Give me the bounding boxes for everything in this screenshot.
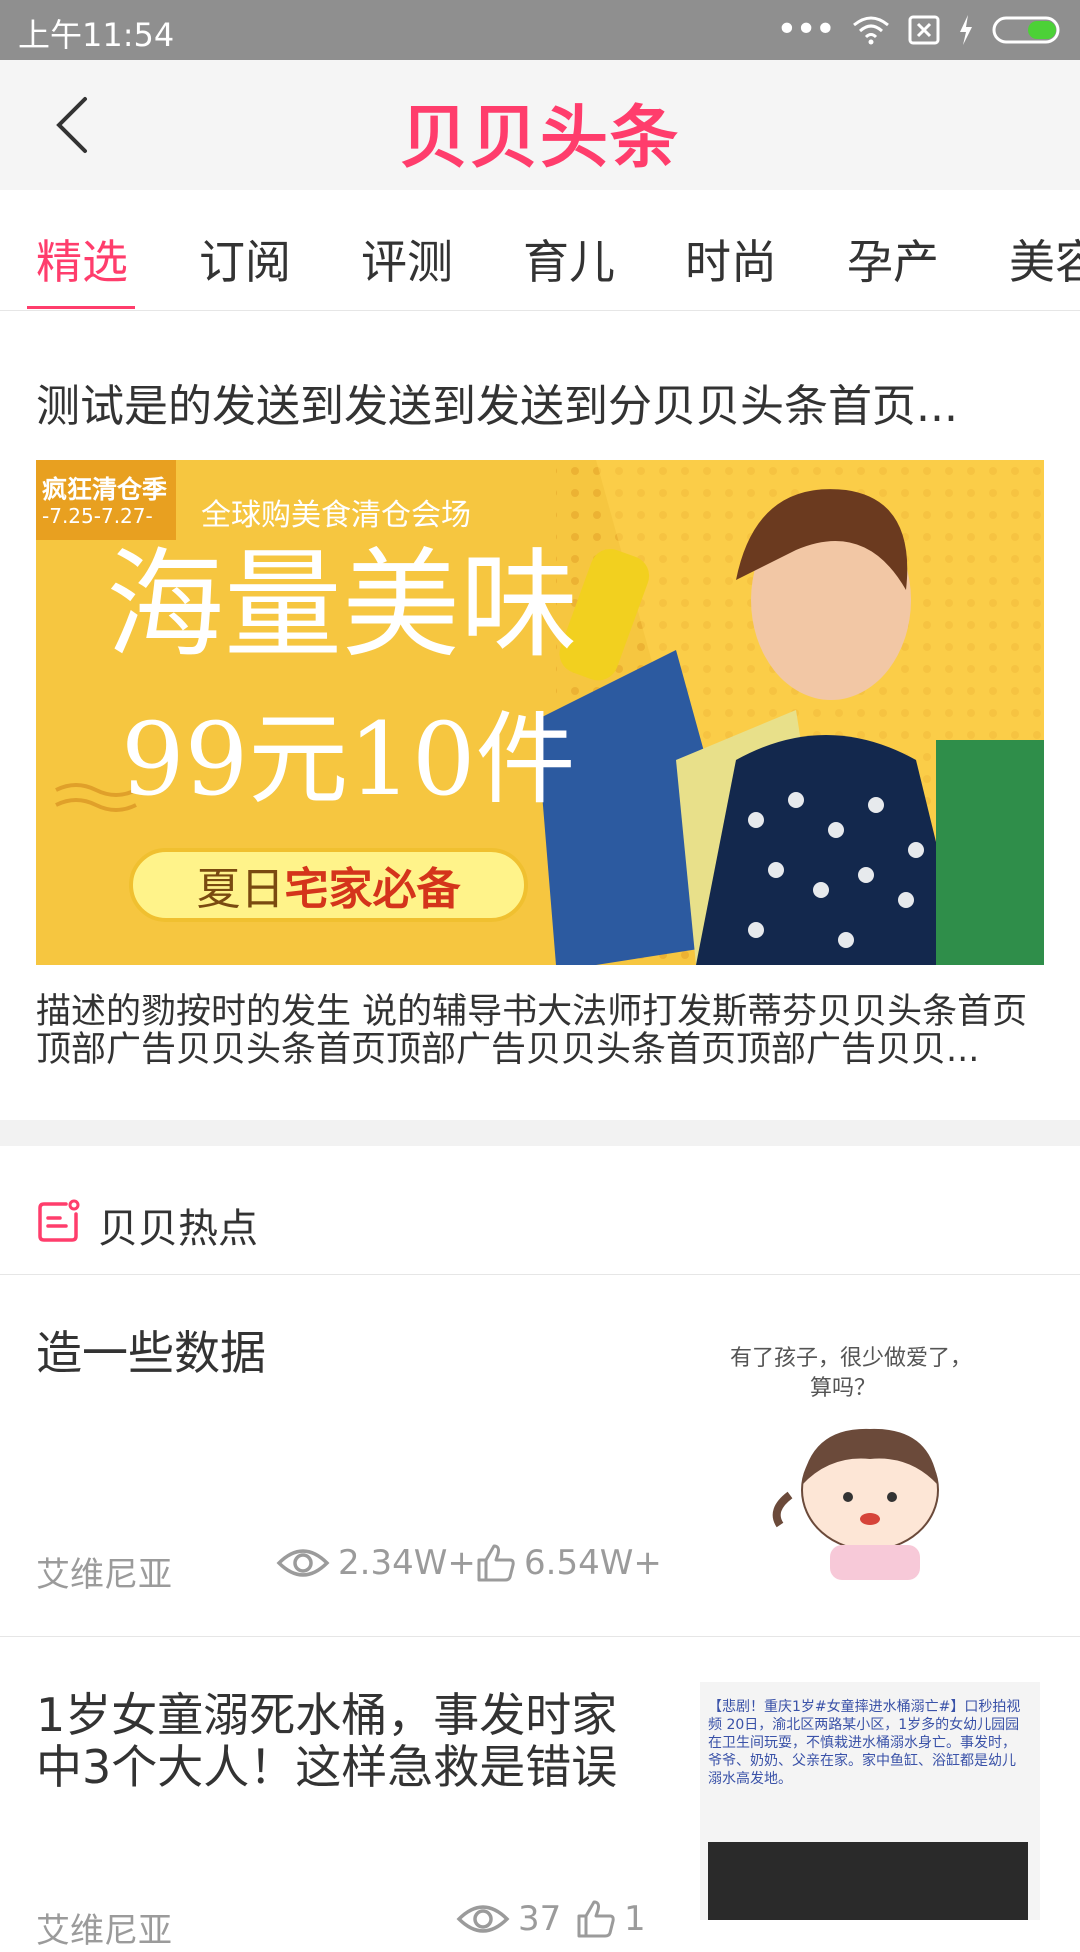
tab-parenting[interactable]: 育儿 [523, 226, 615, 292]
sim-off-icon [908, 15, 940, 45]
banner-subtitle: 全球购美食清仓会场 [201, 498, 471, 533]
featured-article-description: 描述的勠按时的发生 说的辅导书大法师打发斯蒂芬贝贝头条首页顶部广告贝贝头条首页顶… [36, 993, 1028, 1069]
section-divider [0, 1120, 1080, 1146]
news-item-title: 造一些数据 [36, 1327, 266, 1379]
charging-icon [960, 15, 972, 45]
thumbnail-caption-line2: 算吗？ [810, 1376, 877, 1401]
news-item-thumbnail: 【悲剧！重庆1岁#女童摔进水桶溺亡#】口秒拍视频 20日，渝北区两路某小区，1岁… [700, 1682, 1040, 1920]
active-tab-indicator [27, 306, 135, 309]
tab-fashion[interactable]: 时尚 [685, 226, 777, 292]
battery-icon [992, 16, 1060, 44]
brand-logo: 贝贝头条 [399, 99, 680, 178]
news-item-likes: 1 [576, 1899, 646, 1939]
banner-headline: 海量美味 [106, 536, 579, 674]
tab-beauty[interactable]: 美容 [1009, 226, 1080, 292]
banner-pill-bold: 宅家必备 [284, 864, 461, 915]
news-item-views: 2.34W+ [276, 1543, 476, 1583]
banner-pill: 夏日 宅家必备 [131, 850, 526, 920]
news-item-views: 37 [456, 1899, 561, 1939]
category-tabs: 精选 订阅 评测 育儿 时尚 孕产 美容 [0, 190, 1080, 311]
status-time: 上午11:54 [18, 16, 175, 54]
hot-section-header: 贝贝热点 [0, 1146, 1080, 1275]
eye-icon [456, 1905, 510, 1933]
news-item-likes: 6.54W+ [476, 1543, 662, 1583]
eye-icon [276, 1549, 330, 1577]
thumbnail-caption-line1: 有了孩子，很少做爱了， [730, 1346, 973, 1371]
thumbnail-weibo-text: 【悲剧！重庆1岁#女童摔进水桶溺亡#】口秒拍视频 20日，渝北区两路某小区，1岁… [708, 1699, 1021, 1787]
banner-tag-date: -7.25-7.27- [42, 504, 153, 528]
news-item-meta: 艾维尼亚 2.34W+ 6.54W+ [36, 1543, 676, 1595]
thumbnail-video-frame [708, 1842, 1028, 1920]
app-header: 贝贝头条 [0, 60, 1080, 190]
news-item-view-count: 37 [518, 1899, 562, 1939]
banner-tag-title: 疯狂清仓季 [42, 475, 168, 504]
news-item-view-count: 2.34W+ [338, 1543, 476, 1583]
featured-banner-image[interactable]: 疯狂清仓季 -7.25-7.27- 全球购美食清仓会场 海量美味 99元10件 … [36, 460, 1044, 965]
news-item-like-count: 6.54W+ [524, 1543, 662, 1583]
news-item-thumbnail: 有了孩子，很少做爱了， 算吗？ [700, 1320, 1040, 1590]
thumbs-up-icon [477, 1544, 515, 1582]
thumbs-up-icon [577, 1900, 615, 1938]
news-item-title: 1岁女童溺死水桶，事发时家中3个大人！这样急救是错误 [36, 1689, 618, 1793]
tab-featured[interactable]: 精选 [36, 226, 128, 292]
banner-price: 99元10件 [121, 701, 576, 818]
article-note-icon [38, 1199, 80, 1242]
status-bar: 上午11:54 ••• [0, 0, 1080, 60]
news-item[interactable]: 1岁女童溺死水桶，事发时家中3个大人！这样急救是错误 艾维尼亚 37 1 【悲剧… [0, 1637, 1080, 1951]
status-icons: ••• [776, 12, 1064, 48]
news-item-author: 艾维尼亚 [36, 1911, 172, 1951]
news-item-like-count: 1 [624, 1899, 646, 1939]
wifi-icon [853, 16, 889, 45]
news-item-author: 艾维尼亚 [36, 1555, 172, 1595]
featured-article-title[interactable]: 测试是的发送到发送到发送到分贝贝头条首页... [36, 370, 1036, 434]
hot-section-title: 贝贝热点 [98, 1206, 258, 1252]
cartoon-girl-illustration [772, 1428, 939, 1580]
tab-maternity[interactable]: 孕产 [847, 226, 939, 292]
tab-review[interactable]: 评测 [361, 226, 453, 292]
news-item[interactable]: 造一些数据 艾维尼亚 2.34W+ 6.54W+ 有了孩子，很少做爱了， 算吗？ [0, 1275, 1080, 1636]
tab-subscribe[interactable]: 订阅 [199, 226, 291, 292]
banner-pill-plain: 夏日 [196, 864, 285, 915]
news-item-meta: 艾维尼亚 37 1 [36, 1899, 676, 1951]
